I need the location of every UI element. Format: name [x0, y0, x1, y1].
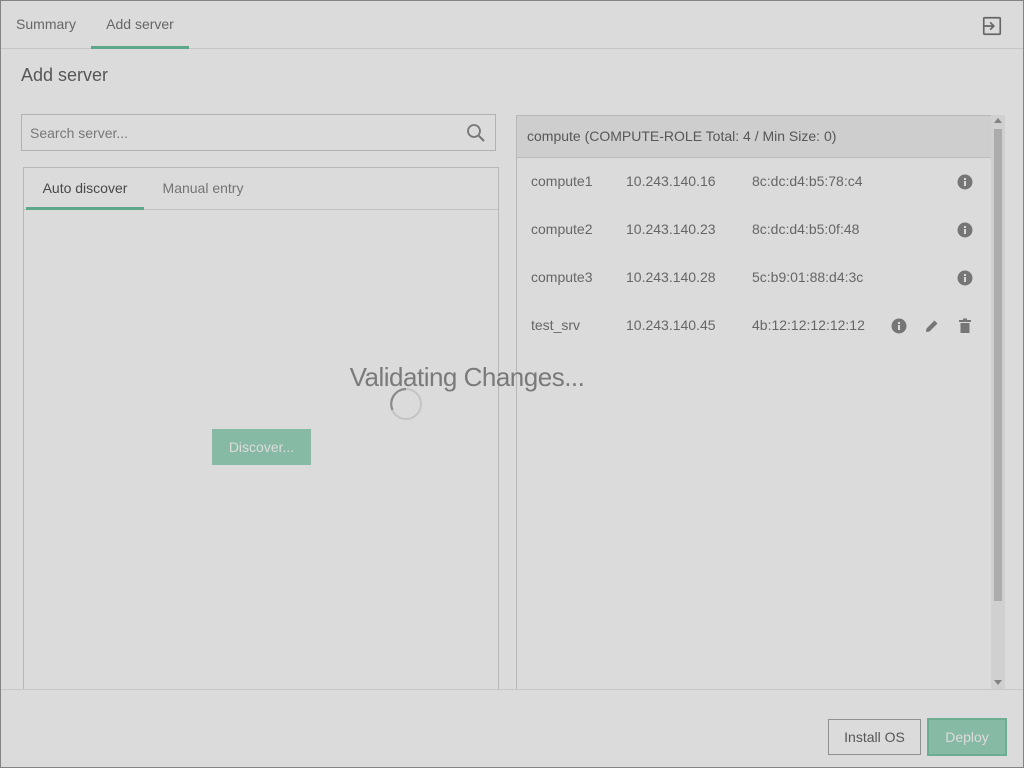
loading-message: Validating Changes...	[349, 362, 585, 392]
spinner-icon	[390, 387, 422, 420]
loading-overlay: Validating Changes...	[0, 0, 1024, 768]
